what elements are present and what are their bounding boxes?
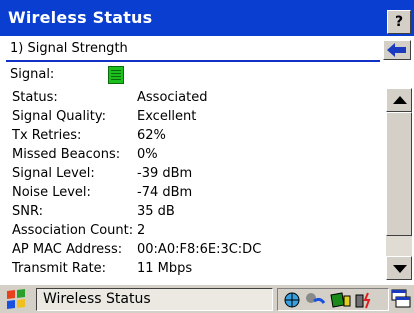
detail-key: SNR: — [12, 204, 43, 219]
taskbar: Wireless Status — [0, 284, 414, 313]
title-bar: Wireless Status ? — [0, 0, 414, 36]
arrow-up-icon — [393, 96, 407, 104]
help-label: ? — [394, 14, 404, 30]
detail-value: 2 — [137, 223, 146, 238]
back-arrow-icon — [387, 43, 406, 57]
detail-value: Associated — [137, 90, 208, 105]
scroll-down-button[interactable] — [386, 256, 412, 280]
detail-key: Noise Level: — [12, 185, 91, 200]
help-button[interactable]: ? — [387, 10, 411, 34]
detail-value: Excellent — [137, 109, 197, 124]
scroll-up-button[interactable] — [386, 88, 412, 112]
task-button-wireless-status[interactable]: Wireless Status — [36, 288, 273, 311]
network-globe-icon[interactable] — [282, 291, 302, 309]
detail-value: -39 dBm — [137, 166, 193, 181]
detail-key: Tx Retries: — [12, 128, 82, 143]
detail-key: Association Count: — [12, 223, 134, 238]
detail-value: 00:A0:F8:6E:3C:DC — [137, 242, 262, 257]
detail-key: Status: — [12, 90, 58, 105]
system-tray — [277, 288, 389, 311]
back-button[interactable] — [383, 40, 411, 60]
arrow-down-icon — [393, 265, 407, 273]
page-header: 1) Signal Strength — [0, 38, 414, 62]
detail-value: 0% — [137, 147, 158, 162]
windows-flag-icon — [7, 289, 25, 309]
detail-value: 62% — [137, 128, 166, 143]
power-icon[interactable] — [354, 291, 376, 309]
detail-value: -74 dBm — [137, 185, 193, 200]
signal-label: Signal: — [10, 67, 55, 82]
detail-key: Signal Quality: — [12, 109, 106, 124]
page-label: 1) Signal Strength — [10, 41, 128, 56]
show-desktop-button[interactable] — [390, 287, 412, 311]
task-label: Wireless Status — [43, 291, 151, 307]
window-title: Wireless Status — [8, 8, 153, 27]
vertical-scrollbar[interactable] — [386, 88, 412, 280]
detail-value: 35 dB — [137, 204, 175, 219]
detail-key: Signal Level: — [12, 166, 95, 181]
show-desktop-icon — [391, 289, 411, 308]
detail-key: Missed Beacons: — [12, 147, 121, 162]
connection-icon[interactable] — [304, 291, 326, 309]
detail-key: Transmit Rate: — [12, 261, 107, 276]
header-divider — [6, 60, 380, 62]
details-list[interactable]: Status: Associated Signal Quality: Excel… — [8, 88, 414, 283]
detail-value: 11 Mbps — [137, 261, 193, 276]
signal-strength-icon — [108, 66, 124, 84]
detail-key: AP MAC Address: — [12, 242, 123, 257]
start-button[interactable] — [2, 287, 32, 312]
battery-icon[interactable] — [328, 291, 352, 309]
scroll-thumb[interactable] — [386, 112, 412, 236]
